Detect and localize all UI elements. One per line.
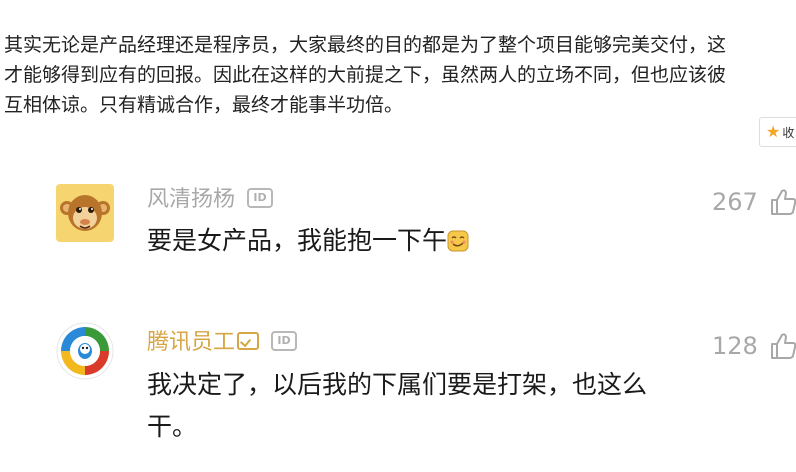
smirk-emoji-icon — [447, 230, 469, 252]
like-button[interactable]: 128 — [712, 331, 796, 361]
thumbs-up-icon — [770, 333, 796, 359]
username-text: 风清扬杨 — [147, 187, 236, 212]
id-badge-icon: ID — [247, 188, 274, 208]
username-text: 腾讯员工 — [147, 330, 236, 355]
comment-content: 我决定了，以后我的下属们要是打架，也这么干。 — [147, 364, 647, 448]
article-line: 才能够得到应有的回报。因此在这样的大前提之下，虽然两人的立场不同，但也应该彼 — [4, 64, 727, 86]
monkey-avatar-icon[interactable] — [56, 184, 114, 242]
comment-username[interactable]: 腾讯员工 ID — [147, 329, 298, 357]
article-line: 其实无论是产品经理还是程序员，大家最终的目的都是为了整个项目能够完美交付，这 — [4, 34, 727, 56]
like-button[interactable]: 267 — [712, 187, 796, 217]
verified-badge-icon — [237, 332, 260, 350]
thumbs-up-icon — [770, 189, 796, 215]
id-badge-icon: ID — [271, 331, 298, 351]
star-icon: ★ — [766, 122, 781, 141]
comment-text: 要是女产品，我能抱一下午 — [147, 226, 448, 255]
favorite-button-label: 收 — [782, 125, 795, 140]
comment-content: 要是女产品，我能抱一下午 — [147, 220, 667, 262]
favorite-button[interactable]: ★ 收 — [759, 117, 796, 147]
article-line: 互相体谅。只有精诚合作，最终才能事半功倍。 — [4, 94, 404, 116]
comment-text: 我决定了，以后我的下属们要是打架，也这么干。 — [147, 370, 648, 441]
like-count: 267 — [712, 188, 758, 216]
like-count: 128 — [712, 332, 758, 360]
comment-username[interactable]: 风清扬杨 ID — [147, 186, 274, 214]
tencent-news-logo-avatar-icon[interactable] — [56, 322, 114, 380]
article-text: 其实无论是产品经理还是程序员，大家最终的目的都是为了整个项目能够完美交付，这 才… — [4, 30, 796, 120]
